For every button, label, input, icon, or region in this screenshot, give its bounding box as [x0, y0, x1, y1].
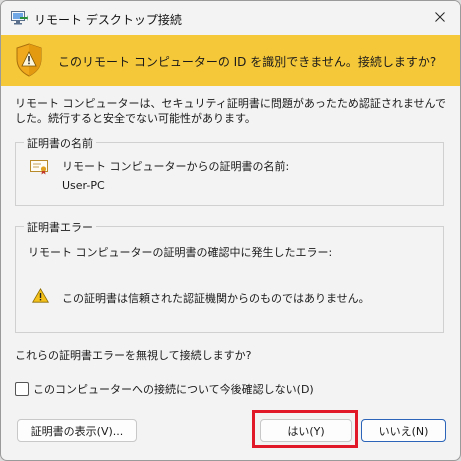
- dont-ask-checkbox-row[interactable]: このコンピューターへの接続について今後確認しない(D): [15, 381, 314, 397]
- cert-error-message: この証明書は信頼された認証機関からのものではありません。: [62, 292, 370, 305]
- no-button[interactable]: いいえ(N): [361, 419, 446, 442]
- title-bar: リモート デスクトップ接続: [1, 1, 460, 35]
- warning-icon: [32, 288, 49, 303]
- cert-name-value: User-PC: [62, 179, 105, 192]
- remote-desktop-icon: [11, 11, 28, 26]
- cert-name-group: 証明書の名前 リモート コンピューターからの証明書の名前: User-PC: [15, 135, 444, 206]
- window-title: リモート デスクトップ接続: [34, 13, 182, 27]
- dont-ask-checkbox[interactable]: [15, 382, 29, 396]
- certificate-icon: [30, 160, 48, 175]
- cert-error-group: 証明書エラー リモート コンピューターの証明書の確認中に発生したエラー: この証…: [15, 219, 444, 333]
- rdp-dialog: リモート デスクトップ接続 このリモート コンピューターの ID を識別できませ…: [0, 0, 461, 461]
- cert-error-title: リモート コンピューターの証明書の確認中に発生したエラー:: [28, 246, 333, 259]
- banner-message: このリモート コンピューターの ID を識別できません。接続しますか?: [58, 55, 437, 69]
- view-certificate-button[interactable]: 証明書の表示(V)...: [17, 419, 137, 442]
- description-text: リモート コンピューターは、セキュリティ証明書に問題があったため認証されませんで…: [15, 97, 446, 125]
- close-button[interactable]: [426, 4, 454, 32]
- warning-banner: このリモート コンピューターの ID を識別できません。接続しますか?: [1, 35, 460, 86]
- cert-name-label: リモート コンピューターからの証明書の名前:: [62, 160, 290, 173]
- yes-button-highlight: [252, 410, 358, 448]
- ignore-question: これらの証明書エラーを無視して接続しますか?: [15, 349, 252, 362]
- warning-shield-icon: [15, 43, 43, 77]
- close-icon: [435, 11, 445, 25]
- dont-ask-checkbox-label[interactable]: このコンピューターへの接続について今後確認しない(D): [33, 381, 314, 397]
- cert-error-group-label: 証明書エラー: [24, 219, 96, 235]
- cert-name-group-label: 証明書の名前: [24, 135, 96, 151]
